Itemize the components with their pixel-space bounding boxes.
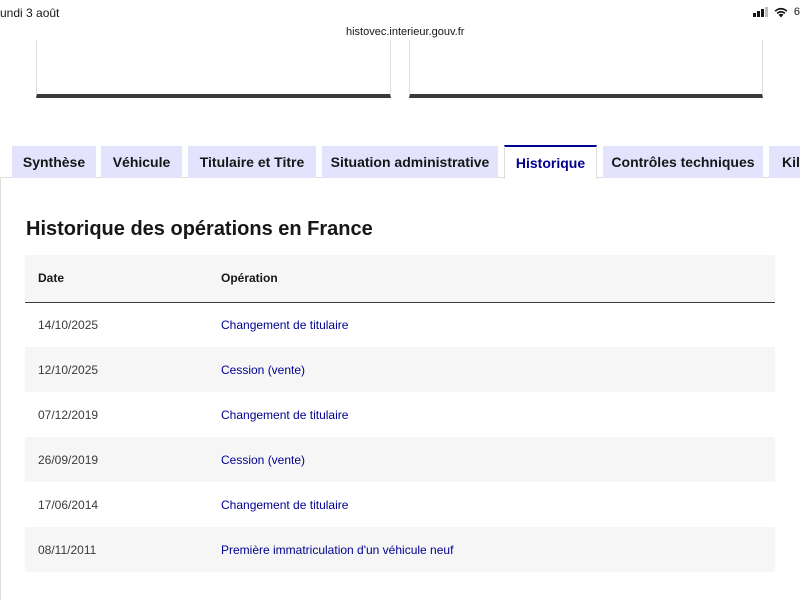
table-header-row: Date Opération [25,255,775,303]
battery-level: 6 [793,6,800,18]
column-header-date: Date [25,255,221,303]
row-date: 08/11/2011 [25,527,221,572]
tab-bar: Synthèse Véhicule Titulaire et Titre Sit… [0,145,800,179]
address-url: histovec.interieur.gouv.fr [346,26,465,38]
tab-vehicule[interactable]: Véhicule [101,146,182,178]
row-operation: Changement de titulaire [221,497,349,512]
table-row: 14/10/2025 Changement de titulaire [25,302,775,347]
row-date: 26/09/2019 [25,437,221,482]
history-table: Date Opération 14/10/2025 Changement de … [25,255,775,572]
tab-titulaire-et-titre[interactable]: Titulaire et Titre [188,146,316,178]
row-operation: Première immatriculation d'un véhicule n… [221,527,775,572]
row-operation: Changement de titulaire [221,407,349,422]
address-bar[interactable]: histovec.interieur.gouv.fr [336,22,475,42]
tab-situation-administrative[interactable]: Situation administrative [322,146,498,178]
row-operation: Changement de titulaire [221,317,349,332]
info-card-left [36,40,391,98]
row-operation: Cession (vente) [221,347,775,392]
tab-historique[interactable]: Historique [504,145,597,179]
cellular-signal-icon [752,7,768,17]
status-date: undi 3 août [0,6,60,20]
table-row: 08/11/2011 Première immatriculation d'un… [25,527,775,572]
section-title: Historique des opérations en France [26,218,373,240]
wifi-icon [774,7,788,17]
table-row: 07/12/2019 Changement de titulaire [25,392,775,437]
table-row: 26/09/2019 Cession (vente) [25,437,775,482]
tab-kilometrage[interactable]: Kil [769,146,800,178]
row-operation: Cession (vente) [221,437,775,482]
table-row: 12/10/2025 Cession (vente) [25,347,775,392]
row-date: 17/06/2014 [38,497,99,512]
column-header-operation: Opération [221,255,775,303]
table-row: 17/06/2014 Changement de titulaire [25,482,775,527]
row-date: 14/10/2025 [38,317,99,332]
status-bar: undi 3 août 6 [0,0,800,24]
row-date: 12/10/2025 [25,347,221,392]
row-date: 07/12/2019 [38,407,99,422]
status-indicators: 6 [752,6,800,18]
tab-synthese[interactable]: Synthèse [12,146,96,178]
info-card-right [409,40,763,98]
tab-controles-techniques[interactable]: Contrôles techniques [603,146,763,178]
